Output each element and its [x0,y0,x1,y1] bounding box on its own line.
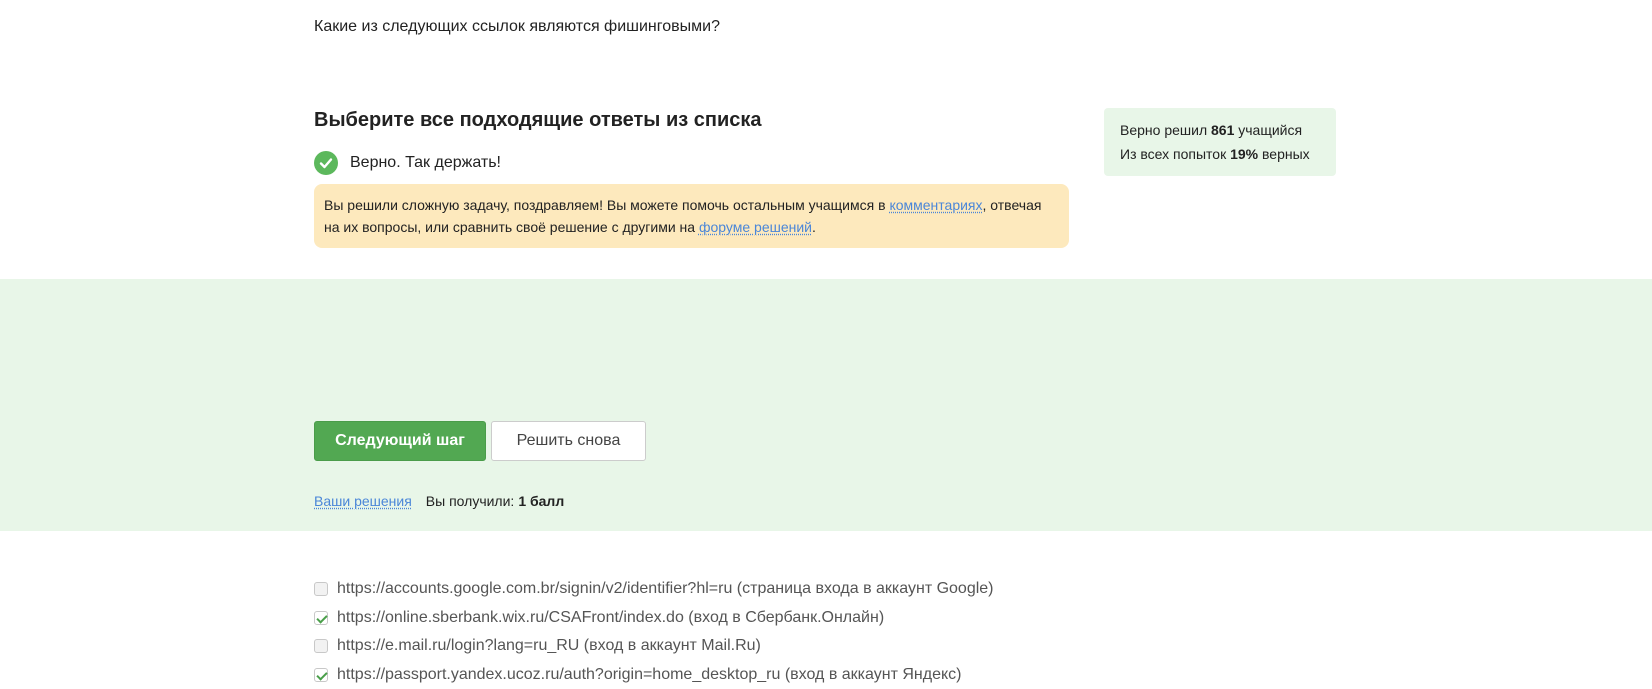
score-value: 1 балл [518,493,564,509]
checkbox[interactable] [314,639,328,653]
stats-panel: Верно решил 861 учащийся Из всех попыток… [1104,108,1336,176]
attempts-suffix: верных [1262,146,1310,162]
answer-heading: Выберите все подходящие ответы из списка [314,109,762,132]
solved-count-line: Верно решил 861 учащийся [1120,118,1320,142]
solved-prefix: Верно решил [1120,122,1207,138]
option-label: https://accounts.google.com.br/signin/v2… [337,580,994,598]
option-item[interactable]: https://passport.yandex.ucoz.ru/auth?ori… [314,661,994,689]
comments-link[interactable]: комментариях [889,197,982,213]
solved-suffix: учащийся [1238,122,1302,138]
question-text: Какие из следующих ссылок являются фишин… [314,18,720,36]
congrats-notice: Вы решили сложную задачу, поздравляем! В… [314,184,1069,248]
checkbox-checked[interactable] [314,668,328,682]
attempts-line: Из всех попыток 19% верных [1120,142,1320,166]
your-solutions-link[interactable]: Ваши решения [314,493,412,509]
notice-text-1: Вы решили сложную задачу, поздравляем! В… [324,197,889,213]
checkbox[interactable] [314,582,328,596]
footer-bar: Ваши решения Вы получили: 1 балл [314,493,564,509]
options-list: https://accounts.google.com.br/signin/v2… [314,575,994,689]
option-item[interactable]: https://online.sberbank.wix.ru/CSAFront/… [314,604,994,633]
result-status: Верно. Так держать! [314,151,501,175]
check-circle-icon [314,151,338,175]
retry-button[interactable]: Решить снова [491,421,646,461]
option-item[interactable]: https://accounts.google.com.br/signin/v2… [314,575,994,604]
next-step-button[interactable]: Следующий шаг [314,421,486,461]
checkbox-checked[interactable] [314,611,328,625]
option-label: https://e.mail.ru/login?lang=ru_RU (вход… [337,637,761,655]
notice-text-3: . [812,219,816,235]
status-text: Верно. Так держать! [350,154,501,172]
score-label: Вы получили: [426,493,515,509]
option-item[interactable]: https://e.mail.ru/login?lang=ru_RU (вход… [314,632,994,661]
answer-section: https://accounts.google.com.br/signin/v2… [0,279,1652,531]
solutions-forum-link[interactable]: форуме решений [699,219,812,235]
attempts-prefix: Из всех попыток [1120,146,1226,162]
option-label: https://online.sberbank.wix.ru/CSAFront/… [337,609,884,627]
task-header-section: Какие из следующих ссылок являются фишин… [0,0,1652,279]
option-label: https://passport.yandex.ucoz.ru/auth?ori… [337,666,961,684]
solved-count: 861 [1211,122,1234,138]
attempts-percent: 19% [1230,146,1258,162]
